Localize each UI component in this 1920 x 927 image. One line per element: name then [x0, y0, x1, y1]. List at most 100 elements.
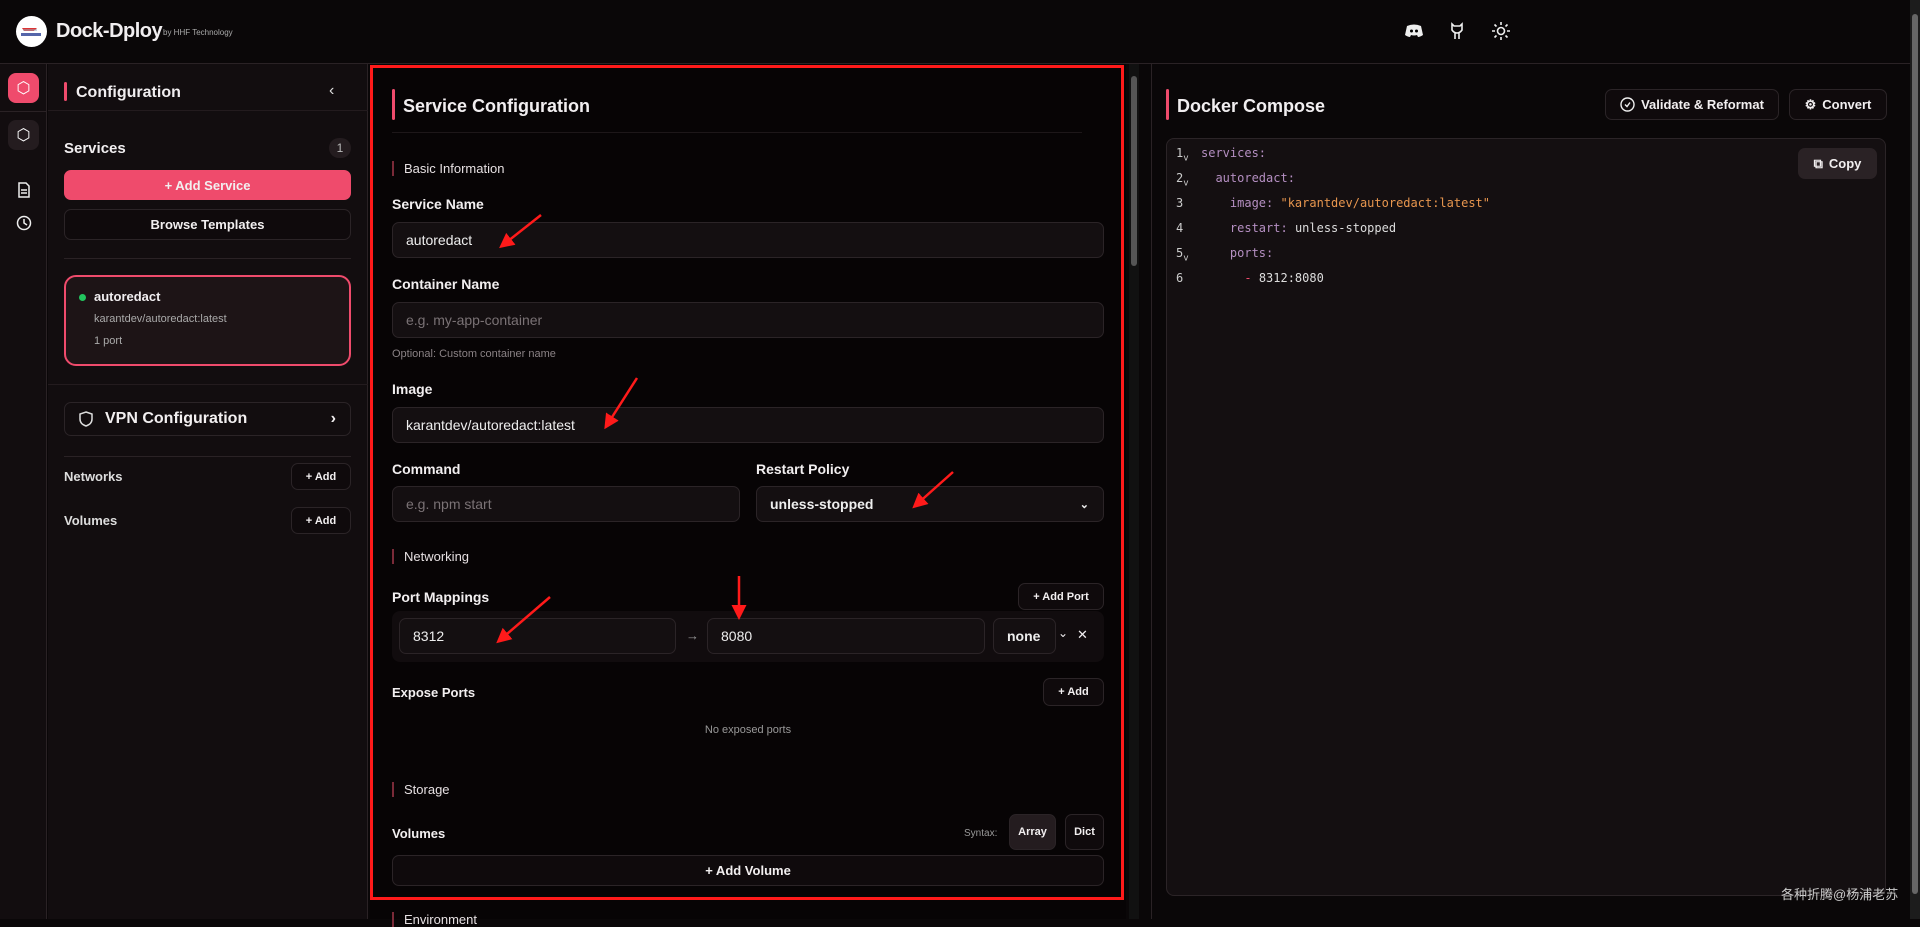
- code-line: 5v ports:: [1176, 244, 1490, 269]
- add-port-button[interactable]: + Add Port: [1018, 583, 1104, 610]
- compose-editor[interactable]: ⧉ Copy 1v services: 2v autoredact: 3 image:…: [1166, 138, 1886, 896]
- rail-history-button[interactable]: [8, 208, 39, 238]
- service-card-image: karantdev/autoredact:latest: [94, 313, 227, 325]
- service-name-label: Service Name: [392, 196, 484, 212]
- yaml-value: 8312:8080: [1258, 270, 1324, 285]
- brand-byline: by HHF Technology: [163, 28, 233, 37]
- clock-icon: [16, 215, 31, 231]
- restart-policy-select[interactable]: unless-stopped ⌄: [756, 486, 1104, 522]
- fold-chevron-icon[interactable]: v: [1183, 178, 1188, 188]
- expose-ports-label: Expose Ports: [392, 685, 476, 700]
- compose-code: 1v services: 2v autoredact: 3 image: "karan…: [1176, 144, 1490, 294]
- arrow-right-icon: →: [686, 628, 699, 643]
- command-input[interactable]: e.g. npm start: [392, 486, 740, 522]
- collapse-chevron-icon[interactable]: ‹: [329, 82, 334, 100]
- image-input[interactable]: karantdev/autoredact:latest: [392, 407, 1104, 443]
- port-mappings-label: Port Mappings: [392, 589, 490, 605]
- yaml-key: image: [1229, 195, 1267, 210]
- services-count-badge: 1: [329, 138, 351, 158]
- panel-title: Configuration: [76, 84, 181, 101]
- main-scrollbar[interactable]: [1129, 64, 1139, 919]
- page-scrollbar[interactable]: [1910, 0, 1920, 919]
- line-number: 3: [1176, 195, 1184, 210]
- add-expose-port-button[interactable]: + Add: [1043, 678, 1104, 706]
- yaml-sep: :: [1266, 195, 1281, 210]
- compose-title: Docker Compose: [1177, 96, 1326, 116]
- remove-port-button[interactable]: ✕: [1077, 627, 1088, 643]
- add-volume-sidebar-button[interactable]: + Add: [291, 507, 351, 534]
- gear-icon: ⚙: [1804, 96, 1817, 112]
- shield-icon: [79, 411, 93, 427]
- copy-button[interactable]: ⧉ Copy: [1798, 148, 1877, 179]
- line-number: 2v: [1176, 170, 1189, 189]
- service-card-name: autoredact: [94, 289, 161, 304]
- line-number: 1v: [1176, 146, 1189, 164]
- code-line: 2v autoredact:: [1176, 169, 1490, 194]
- chevron-down-icon: ⌄: [1079, 498, 1089, 511]
- restart-policy-value: unless-stopped: [770, 496, 874, 512]
- code-line: 3 image: "karantdev/autoredact:latest": [1176, 194, 1490, 219]
- rail-config-button[interactable]: ⬡: [8, 73, 39, 103]
- fold-chevron-icon[interactable]: v: [1183, 253, 1188, 263]
- chevron-down-icon: ⌄: [1058, 626, 1069, 640]
- watermark-text: 各种折腾@杨浦老苏: [1781, 887, 1899, 902]
- container-name-input[interactable]: e.g. my-app-container: [392, 302, 1104, 338]
- discord-icon[interactable]: [1403, 20, 1425, 42]
- yaml-sep: :: [1266, 245, 1274, 260]
- line-number: 4: [1176, 220, 1184, 235]
- add-volume-button[interactable]: + Add Volume: [392, 855, 1104, 886]
- browse-templates-button[interactable]: Browse Templates: [64, 209, 351, 240]
- networks-label: Networks: [64, 469, 123, 484]
- service-card-autoredact[interactable]: autoredact karantdev/autoredact:latest 1…: [64, 275, 351, 366]
- vpn-configuration-button[interactable]: VPN Configuration ›: [64, 402, 351, 436]
- syntax-dict-button[interactable]: Dict: [1065, 814, 1104, 850]
- container-name-label: Container Name: [392, 276, 500, 292]
- status-dot: [79, 294, 86, 301]
- host-port-input[interactable]: 8312: [399, 618, 676, 654]
- volumes-label: Volumes: [392, 826, 446, 841]
- service-name-input[interactable]: autoredact: [392, 222, 1104, 258]
- protocol-select[interactable]: none: [993, 618, 1056, 654]
- yaml-key: autoredact: [1215, 170, 1288, 185]
- container-port-input[interactable]: 8080: [707, 618, 985, 654]
- box-icon: ⬡: [16, 127, 31, 144]
- services-label: Services: [64, 140, 126, 157]
- code-line: 6 - 8312:8080: [1176, 269, 1490, 294]
- line-number: 5v: [1176, 245, 1189, 264]
- syntax-label: Syntax:: [964, 828, 998, 839]
- rail-file-button[interactable]: [8, 175, 39, 205]
- service-card-ports: 1 port: [94, 335, 123, 347]
- add-network-button[interactable]: + Add: [291, 463, 351, 490]
- chevron-right-icon: ›: [330, 410, 336, 427]
- syntax-array-button[interactable]: Array: [1009, 814, 1056, 850]
- fold-chevron-icon[interactable]: v: [1183, 153, 1188, 163]
- icon-rail: ⬡ ⬡: [0, 64, 47, 919]
- convert-button[interactable]: ⚙ Convert: [1789, 89, 1887, 120]
- file-text-icon: [17, 182, 30, 198]
- github-icon[interactable]: [1446, 20, 1468, 42]
- yaml-sep: :: [1280, 220, 1295, 235]
- validate-reformat-button[interactable]: Validate & Reformat: [1605, 89, 1779, 120]
- command-label: Command: [392, 461, 461, 477]
- logo: [16, 16, 47, 47]
- section-networking: Networking: [392, 549, 469, 564]
- yaml-key: ports: [1229, 245, 1267, 260]
- brand-name: Dock-Dploy: [56, 20, 163, 42]
- theme-toggle-sun-icon[interactable]: [1490, 20, 1512, 42]
- no-exposed-ports-text: No exposed ports: [704, 724, 792, 736]
- yaml-value: "karantdev/autoredact:latest": [1280, 195, 1490, 210]
- add-service-button[interactable]: + Add Service: [64, 170, 351, 200]
- configuration-panel: Configuration ‹ Services 1 + Add Service…: [48, 64, 368, 919]
- image-label: Image: [392, 381, 433, 397]
- rail-services-button[interactable]: ⬡: [8, 120, 39, 150]
- box-icon: ⬡: [16, 80, 31, 97]
- volumes-label: Volumes: [64, 513, 118, 528]
- convert-label: Convert: [1822, 97, 1872, 112]
- restart-policy-label: Restart Policy: [756, 461, 850, 477]
- app-header: Dock-Dploy by HHF Technology: [0, 0, 1910, 64]
